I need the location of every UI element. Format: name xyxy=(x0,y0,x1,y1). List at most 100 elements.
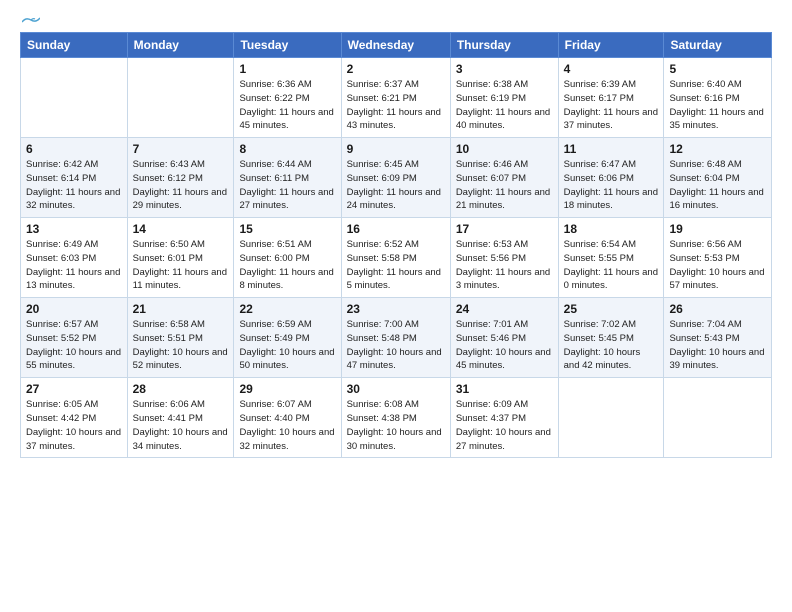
calendar-cell xyxy=(664,378,772,458)
day-number: 26 xyxy=(669,302,766,316)
calendar-cell: 27 Sunrise: 6:05 AMSunset: 4:42 PMDayligh… xyxy=(21,378,128,458)
day-number: 15 xyxy=(239,222,335,236)
weekday-header-row: SundayMondayTuesdayWednesdayThursdayFrid… xyxy=(21,33,772,58)
logo xyxy=(20,16,40,24)
day-number: 19 xyxy=(669,222,766,236)
day-info: Sunrise: 6:54 AMSunset: 5:55 PMDaylight:… xyxy=(564,238,659,293)
calendar-cell: 23Sunrise: 7:00 AMSunset: 5:48 PMDayligh… xyxy=(341,298,450,378)
day-info: Sunrise: 6:06 AMSunset: 4:41 PMDaylight:… xyxy=(133,398,229,453)
calendar-week-3: 13 Sunrise: 6:49 AMSunset: 6:03 PMDayligh… xyxy=(21,218,772,298)
day-number: 29 xyxy=(239,382,335,396)
calendar-cell: 21 Sunrise: 6:58 AMSunset: 5:51 PMDayligh… xyxy=(127,298,234,378)
weekday-header-wednesday: Wednesday xyxy=(341,33,450,58)
calendar-cell: 24 Sunrise: 7:01 AMSunset: 5:46 PMDayligh… xyxy=(450,298,558,378)
day-info: Sunrise: 7:04 AMSunset: 5:43 PMDaylight:… xyxy=(669,318,766,373)
day-number: 20 xyxy=(26,302,122,316)
calendar-cell: 9 Sunrise: 6:45 AMSunset: 6:09 PMDaylight… xyxy=(341,138,450,218)
calendar-cell: 13 Sunrise: 6:49 AMSunset: 6:03 PMDayligh… xyxy=(21,218,128,298)
page: SundayMondayTuesdayWednesdayThursdayFrid… xyxy=(0,0,792,474)
day-number: 2 xyxy=(347,62,445,76)
calendar-cell xyxy=(21,58,128,138)
logo-bird-icon xyxy=(22,16,40,28)
calendar-cell: 1Sunrise: 6:36 AMSunset: 6:22 PMDaylight… xyxy=(234,58,341,138)
day-number: 12 xyxy=(669,142,766,156)
calendar-cell: 7 Sunrise: 6:43 AMSunset: 6:12 PMDaylight… xyxy=(127,138,234,218)
day-number: 9 xyxy=(347,142,445,156)
day-info: Sunrise: 6:39 AMSunset: 6:17 PMDaylight:… xyxy=(564,78,659,133)
day-info: Sunrise: 6:05 AMSunset: 4:42 PMDaylight:… xyxy=(26,398,122,453)
day-info: Sunrise: 6:49 AMSunset: 6:03 PMDaylight:… xyxy=(26,238,122,293)
weekday-header-sunday: Sunday xyxy=(21,33,128,58)
day-number: 3 xyxy=(456,62,553,76)
calendar-week-1: 1Sunrise: 6:36 AMSunset: 6:22 PMDaylight… xyxy=(21,58,772,138)
day-number: 7 xyxy=(133,142,229,156)
calendar-cell xyxy=(558,378,664,458)
day-number: 21 xyxy=(133,302,229,316)
calendar-cell: 3 Sunrise: 6:38 AMSunset: 6:19 PMDaylight… xyxy=(450,58,558,138)
calendar-cell: 26 Sunrise: 7:04 AMSunset: 5:43 PMDayligh… xyxy=(664,298,772,378)
day-number: 25 xyxy=(564,302,659,316)
header xyxy=(20,16,772,24)
day-info: Sunrise: 7:00 AMSunset: 5:48 PMDaylight:… xyxy=(347,318,445,373)
day-info: Sunrise: 6:47 AMSunset: 6:06 PMDaylight:… xyxy=(564,158,659,213)
day-info: Sunrise: 6:59 AMSunset: 5:49 PMDaylight:… xyxy=(239,318,335,373)
day-number: 18 xyxy=(564,222,659,236)
day-info: Sunrise: 6:53 AMSunset: 5:56 PMDaylight:… xyxy=(456,238,553,293)
day-info: Sunrise: 6:45 AMSunset: 6:09 PMDaylight:… xyxy=(347,158,445,213)
calendar-cell: 18 Sunrise: 6:54 AMSunset: 5:55 PMDayligh… xyxy=(558,218,664,298)
day-info: Sunrise: 6:08 AMSunset: 4:38 PMDaylight:… xyxy=(347,398,445,453)
day-number: 27 xyxy=(26,382,122,396)
calendar-cell: 12Sunrise: 6:48 AMSunset: 6:04 PMDayligh… xyxy=(664,138,772,218)
day-info: Sunrise: 6:51 AMSunset: 6:00 PMDaylight:… xyxy=(239,238,335,293)
day-number: 28 xyxy=(133,382,229,396)
day-info: Sunrise: 6:43 AMSunset: 6:12 PMDaylight:… xyxy=(133,158,229,213)
weekday-header-monday: Monday xyxy=(127,33,234,58)
calendar-cell xyxy=(127,58,234,138)
day-info: Sunrise: 6:09 AMSunset: 4:37 PMDaylight:… xyxy=(456,398,553,453)
calendar-cell: 2Sunrise: 6:37 AMSunset: 6:21 PMDaylight… xyxy=(341,58,450,138)
day-info: Sunrise: 6:58 AMSunset: 5:51 PMDaylight:… xyxy=(133,318,229,373)
calendar-cell: 16Sunrise: 6:52 AMSunset: 5:58 PMDayligh… xyxy=(341,218,450,298)
day-number: 24 xyxy=(456,302,553,316)
calendar-table: SundayMondayTuesdayWednesdayThursdayFrid… xyxy=(20,32,772,458)
day-number: 4 xyxy=(564,62,659,76)
calendar-week-4: 20 Sunrise: 6:57 AMSunset: 5:52 PMDayligh… xyxy=(21,298,772,378)
calendar-cell: 28 Sunrise: 6:06 AMSunset: 4:41 PMDayligh… xyxy=(127,378,234,458)
day-info: Sunrise: 6:46 AMSunset: 6:07 PMDaylight:… xyxy=(456,158,553,213)
calendar-cell: 4 Sunrise: 6:39 AMSunset: 6:17 PMDaylight… xyxy=(558,58,664,138)
calendar-cell: 29Sunrise: 6:07 AMSunset: 4:40 PMDayligh… xyxy=(234,378,341,458)
day-number: 5 xyxy=(669,62,766,76)
calendar-cell: 30 Sunrise: 6:08 AMSunset: 4:38 PMDayligh… xyxy=(341,378,450,458)
calendar-cell: 6Sunrise: 6:42 AMSunset: 6:14 PMDaylight… xyxy=(21,138,128,218)
calendar-cell: 31Sunrise: 6:09 AMSunset: 4:37 PMDayligh… xyxy=(450,378,558,458)
calendar-cell: 8Sunrise: 6:44 AMSunset: 6:11 PMDaylight… xyxy=(234,138,341,218)
day-info: Sunrise: 6:57 AMSunset: 5:52 PMDaylight:… xyxy=(26,318,122,373)
calendar-cell: 19 Sunrise: 6:56 AMSunset: 5:53 PMDayligh… xyxy=(664,218,772,298)
weekday-header-friday: Friday xyxy=(558,33,664,58)
day-info: Sunrise: 6:56 AMSunset: 5:53 PMDaylight:… xyxy=(669,238,766,293)
day-number: 13 xyxy=(26,222,122,236)
calendar-cell: 15 Sunrise: 6:51 AMSunset: 6:00 PMDayligh… xyxy=(234,218,341,298)
day-number: 16 xyxy=(347,222,445,236)
day-info: Sunrise: 6:50 AMSunset: 6:01 PMDaylight:… xyxy=(133,238,229,293)
day-number: 30 xyxy=(347,382,445,396)
day-number: 10 xyxy=(456,142,553,156)
calendar-week-5: 27 Sunrise: 6:05 AMSunset: 4:42 PMDayligh… xyxy=(21,378,772,458)
day-info: Sunrise: 6:40 AMSunset: 6:16 PMDaylight:… xyxy=(669,78,766,133)
day-info: Sunrise: 6:44 AMSunset: 6:11 PMDaylight:… xyxy=(239,158,335,213)
calendar-cell: 5 Sunrise: 6:40 AMSunset: 6:16 PMDaylight… xyxy=(664,58,772,138)
day-number: 17 xyxy=(456,222,553,236)
weekday-header-thursday: Thursday xyxy=(450,33,558,58)
day-info: Sunrise: 7:01 AMSunset: 5:46 PMDaylight:… xyxy=(456,318,553,373)
calendar-cell: 17 Sunrise: 6:53 AMSunset: 5:56 PMDayligh… xyxy=(450,218,558,298)
day-info: Sunrise: 6:36 AMSunset: 6:22 PMDaylight:… xyxy=(239,78,335,133)
day-info: Sunrise: 6:42 AMSunset: 6:14 PMDaylight:… xyxy=(26,158,122,213)
calendar-cell: 20 Sunrise: 6:57 AMSunset: 5:52 PMDayligh… xyxy=(21,298,128,378)
day-number: 11 xyxy=(564,142,659,156)
calendar-cell: 11 Sunrise: 6:47 AMSunset: 6:06 PMDayligh… xyxy=(558,138,664,218)
weekday-header-tuesday: Tuesday xyxy=(234,33,341,58)
calendar-cell: 25Sunrise: 7:02 AMSunset: 5:45 PMDayligh… xyxy=(558,298,664,378)
day-number: 22 xyxy=(239,302,335,316)
day-number: 14 xyxy=(133,222,229,236)
day-info: Sunrise: 6:38 AMSunset: 6:19 PMDaylight:… xyxy=(456,78,553,133)
